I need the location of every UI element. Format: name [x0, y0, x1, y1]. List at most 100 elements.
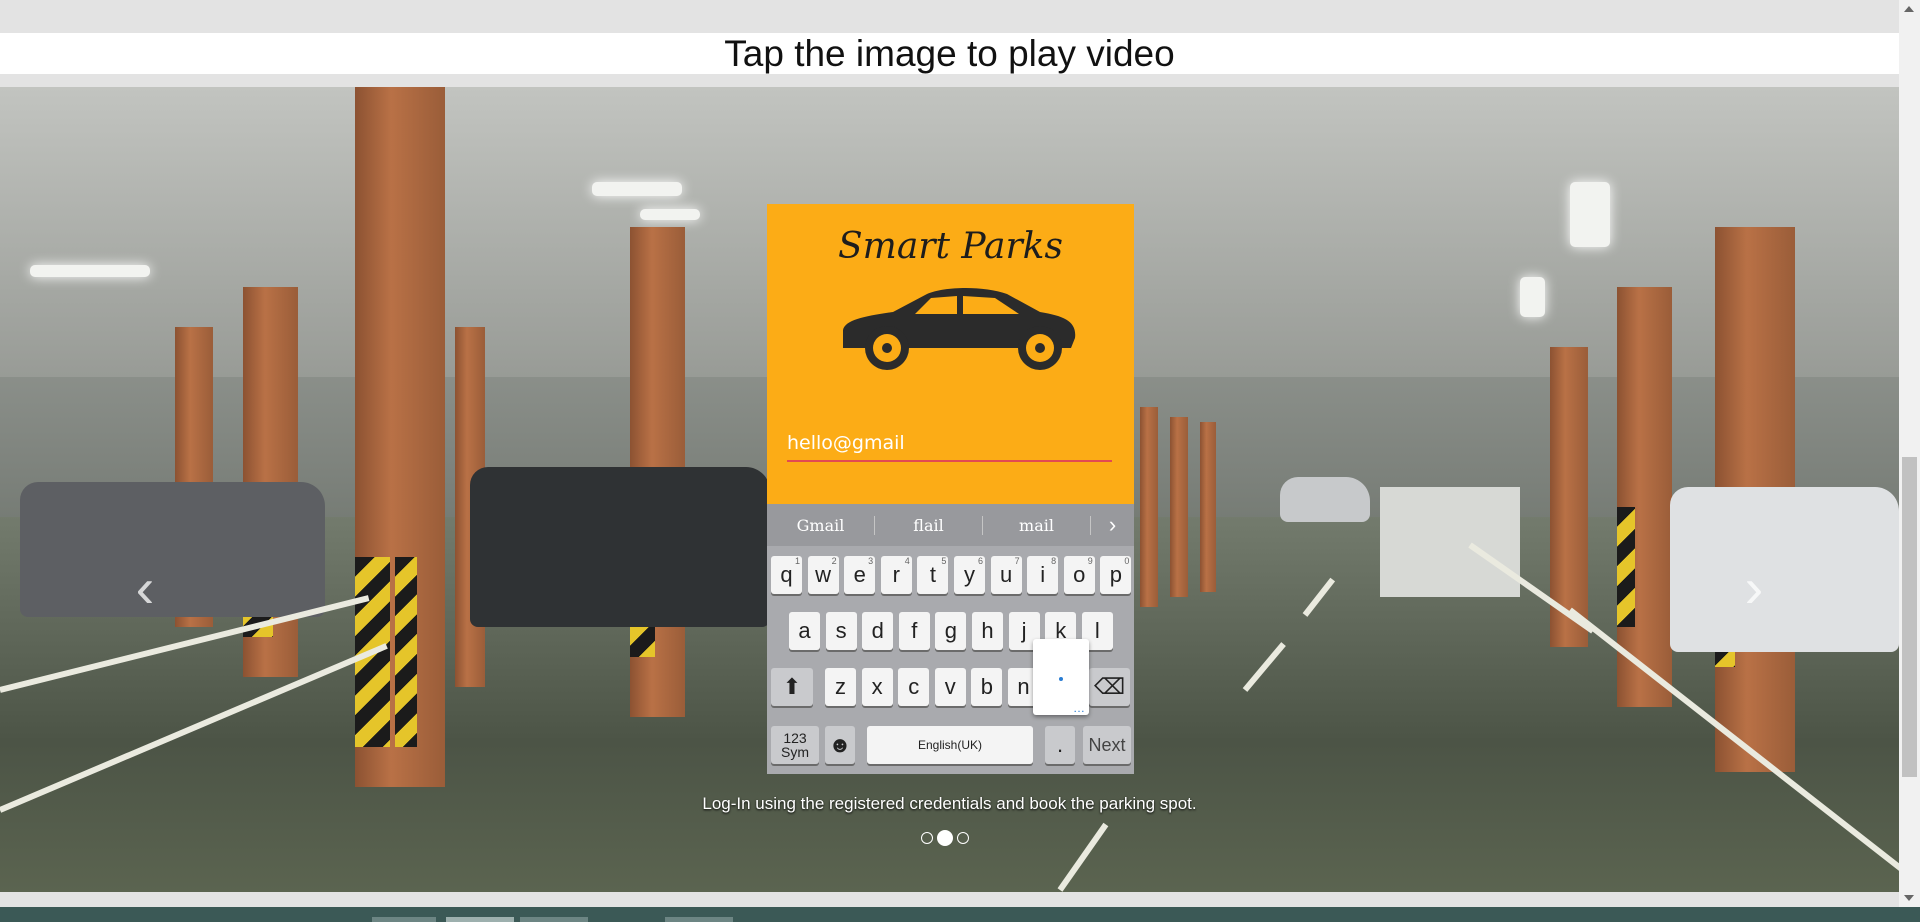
carousel-next-button[interactable]: ›	[1734, 556, 1774, 619]
key-x[interactable]: x	[861, 668, 893, 706]
login-screen: Smart Parks hello@gmail	[767, 204, 1134, 504]
key-f-label: f	[911, 618, 918, 643]
carousel-caption: Log-In using the registered credentials …	[702, 794, 1197, 813]
key-t[interactable]: t5	[917, 556, 949, 594]
sym-key-label: 123 Sym	[781, 730, 809, 760]
phone-screenshot: Smart Parks hello@gmail Gmail flail mail…	[767, 204, 1134, 774]
space-key[interactable]: English(UK)	[867, 726, 1033, 764]
key-p-hint: 0	[1124, 556, 1130, 566]
pillar-stripe	[1617, 507, 1635, 627]
suggestion-item[interactable]: flail	[875, 515, 983, 535]
period-key-label: .	[1056, 732, 1064, 757]
suggestion-bar: Gmail flail mail ›	[767, 504, 1134, 546]
key-b-label: b	[980, 674, 994, 699]
key-f[interactable]: f	[898, 612, 930, 650]
key-d[interactable]: d	[862, 612, 894, 650]
key-t-hint: 5	[941, 556, 947, 566]
ceiling-lamp	[30, 265, 150, 277]
key-y[interactable]: y6	[954, 556, 985, 594]
backspace-key-label: ⌫	[1093, 674, 1126, 699]
key-v-label: v	[944, 674, 956, 699]
ceiling-lamp	[1570, 182, 1610, 247]
emoji-key-label: ☻	[828, 732, 852, 757]
key-d-label: d	[871, 618, 884, 643]
taskbar-item[interactable]	[520, 917, 588, 922]
key-t-label: t	[929, 562, 936, 587]
emoji-key[interactable]: ☻	[825, 726, 855, 764]
key-h-label: h	[981, 618, 994, 643]
key-s-label: s	[835, 618, 847, 643]
key-w-label: w	[815, 562, 832, 587]
suggestion-item[interactable]: Gmail	[767, 515, 875, 535]
next-key[interactable]: Next	[1083, 726, 1131, 764]
key-o-label: o	[1073, 562, 1086, 587]
key-r-label: r	[892, 562, 900, 587]
taskbar-item[interactable]	[446, 917, 514, 922]
page-scrollbar[interactable]	[1899, 0, 1920, 907]
taskbar	[0, 907, 1920, 922]
key-q[interactable]: q1	[771, 556, 802, 594]
key-n-label: n	[1017, 674, 1030, 699]
app-logo-text: Smart Parks	[838, 226, 1063, 267]
key-j-label: j	[1021, 618, 1027, 643]
key-y-label: y	[964, 562, 975, 587]
key-preview-popup: …	[1033, 639, 1089, 715]
suggestion-more-icon[interactable]: ›	[1091, 512, 1134, 538]
carousel-indicator-1[interactable]	[921, 832, 933, 844]
key-p[interactable]: p0	[1100, 556, 1132, 594]
ceiling-lamp	[1520, 277, 1545, 317]
carousel-indicators	[921, 830, 969, 846]
key-u-label: u	[999, 562, 1013, 587]
key-r-hint: 4	[904, 556, 910, 566]
key-s[interactable]: s	[825, 612, 857, 650]
scroll-up-icon[interactable]	[1904, 6, 1914, 12]
key-g-label: g	[944, 618, 958, 643]
car-icon	[843, 288, 1076, 370]
next-key-label: Next	[1088, 734, 1126, 755]
taskbar-item[interactable]	[372, 917, 436, 922]
key-e-label: e	[853, 562, 866, 587]
soft-keyboard: Gmail flail mail › q1w2e3r4t5y6u7i8o9p0a…	[767, 504, 1134, 774]
key-l-label: l	[1094, 618, 1100, 643]
carousel-indicator-3[interactable]	[957, 832, 969, 844]
key-a[interactable]: a	[789, 612, 820, 650]
key-x-label: x	[871, 674, 883, 699]
key-u[interactable]: u7	[990, 556, 1022, 594]
key-w-hint: 2	[831, 556, 837, 566]
key-o[interactable]: o9	[1063, 556, 1095, 594]
ceiling-lamp	[640, 209, 700, 220]
key-b[interactable]: b	[971, 668, 1003, 706]
sym-key[interactable]: 123 Sym	[771, 726, 819, 764]
key-c[interactable]: c	[898, 668, 930, 706]
key-e[interactable]: e3	[844, 556, 876, 594]
key-r[interactable]: r4	[880, 556, 912, 594]
key-h[interactable]: h	[972, 612, 1003, 650]
space-key-label: English(UK)	[917, 738, 983, 752]
carousel-prev-button[interactable]: ‹	[125, 556, 165, 619]
shift-key[interactable]: ⬆	[771, 668, 813, 706]
suggestion-item[interactable]: mail	[983, 515, 1091, 535]
far-wall-decor	[1380, 487, 1520, 597]
key-g[interactable]: g	[935, 612, 967, 650]
scrollbar-thumb[interactable]	[1902, 457, 1917, 777]
email-field[interactable]: hello@gmail	[787, 432, 1112, 454]
key-a-label: a	[798, 618, 811, 643]
carousel-indicator-2[interactable]	[937, 830, 953, 846]
parked-car	[470, 467, 770, 627]
parked-car	[1280, 477, 1370, 522]
taskbar-item[interactable]	[665, 917, 733, 922]
period-key[interactable]: .	[1045, 726, 1075, 764]
key-z[interactable]: z	[825, 668, 856, 706]
pillar	[1617, 287, 1672, 707]
pillar	[1140, 407, 1158, 607]
backspace-key[interactable]: ⌫	[1089, 668, 1130, 706]
pillar	[1170, 417, 1188, 597]
key-v[interactable]: v	[934, 668, 966, 706]
key-w[interactable]: w2	[807, 556, 839, 594]
page-title-bar: Tap the image to play video	[0, 33, 1899, 74]
key-i[interactable]: i8	[1027, 556, 1059, 594]
scroll-down-icon[interactable]	[1904, 895, 1914, 901]
key-p-label: p	[1109, 562, 1123, 587]
key-y-hint: 6	[977, 556, 983, 566]
key-z-label: z	[835, 674, 846, 699]
